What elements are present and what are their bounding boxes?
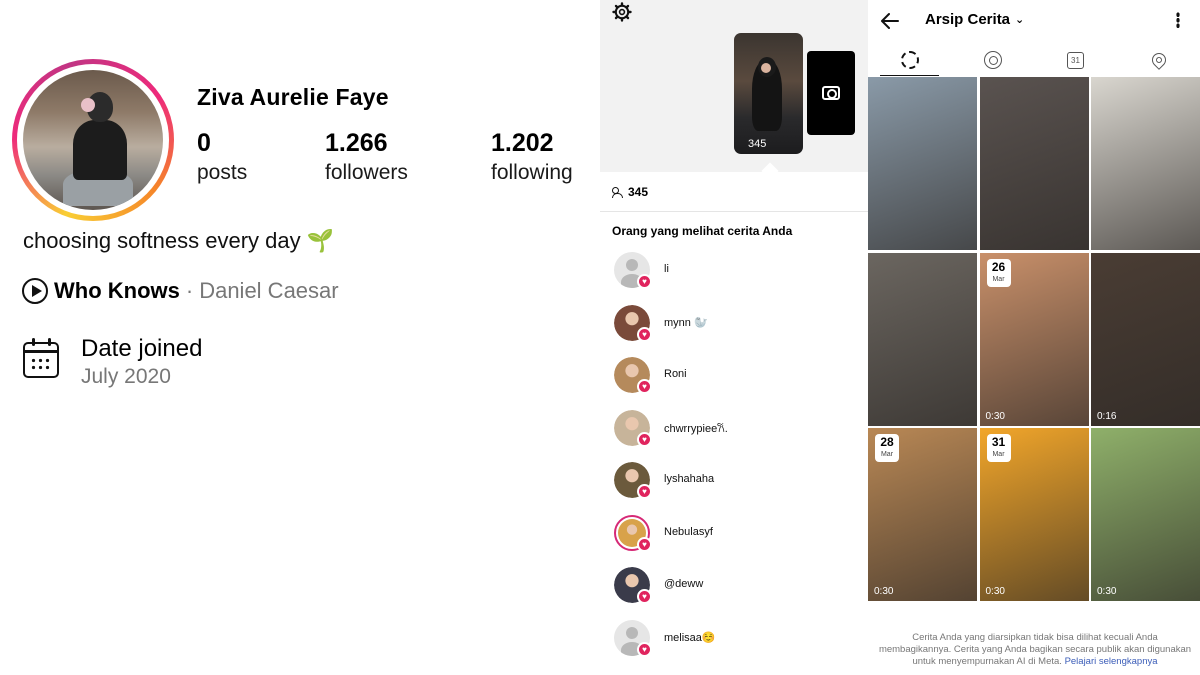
viewers-title: Orang yang melihat cerita Anda bbox=[612, 224, 793, 238]
add-story-button[interactable] bbox=[807, 51, 855, 135]
date-joined-value: July 2020 bbox=[81, 365, 171, 388]
date-badge: 26 Mar bbox=[986, 258, 1011, 287]
viewer-row[interactable]: ♥ @deww bbox=[614, 567, 854, 611]
archive-title-dropdown[interactable]: Arsip Cerita ⌄ bbox=[925, 11, 1024, 28]
story-duration: 0:30 bbox=[985, 410, 1005, 422]
calendar-icon bbox=[23, 338, 59, 378]
viewer-username: Roni bbox=[664, 368, 687, 380]
story-thumbnail[interactable]: 345 bbox=[734, 33, 803, 154]
view-count-value: 345 bbox=[628, 185, 649, 199]
heart-icon: ♥ bbox=[637, 589, 652, 604]
more-options-icon[interactable] bbox=[1176, 12, 1180, 28]
people-icon bbox=[612, 187, 624, 198]
stat-followers-label: followers bbox=[325, 161, 408, 184]
music-artist: Daniel Caesar bbox=[199, 278, 339, 303]
learn-more-link[interactable]: Pelajari selengkapnya bbox=[1065, 656, 1158, 667]
date-badge-month: Mar bbox=[880, 451, 894, 458]
archive-footer: Cerita Anda yang diarsipkan tidak bisa d… bbox=[878, 632, 1192, 668]
date-badge-day: 28 bbox=[880, 435, 894, 449]
archive-story-cell[interactable] bbox=[868, 252, 977, 426]
archive-story-cell[interactable]: 26 Mar 0:30 bbox=[979, 252, 1089, 426]
bio-text: choosing softness every day bbox=[23, 228, 301, 253]
date-badge-month: Mar bbox=[992, 451, 1005, 458]
profile-name: Ziva Aurelie Faye bbox=[197, 84, 389, 110]
profile-photo bbox=[23, 70, 163, 210]
heart-icon: ♥ bbox=[637, 379, 652, 394]
tab-calendar[interactable]: 31 bbox=[1034, 44, 1117, 76]
stat-posts-label: posts bbox=[197, 161, 248, 184]
viewer-row[interactable]: ♥ li bbox=[614, 252, 854, 296]
profile-bio: choosing softness every day 🌱 bbox=[23, 228, 334, 254]
archive-title: Arsip Cerita bbox=[925, 11, 1011, 28]
archive-tabs: 31 bbox=[868, 44, 1200, 76]
story-thumb-views: 345 bbox=[748, 138, 767, 150]
heart-icon: ♥ bbox=[637, 484, 652, 499]
camera-icon bbox=[822, 86, 840, 100]
date-joined-title: Date joined bbox=[81, 335, 203, 362]
story-duration: 0:30 bbox=[874, 586, 894, 597]
archive-story-cell[interactable]: 0:16 bbox=[1091, 252, 1200, 426]
heart-icon: ♥ bbox=[637, 641, 652, 657]
archive-story-cell[interactable]: 0:30 bbox=[1091, 428, 1200, 601]
stat-following-label: following bbox=[491, 161, 573, 184]
date-badge-month: Mar bbox=[992, 275, 1005, 283]
viewer-row[interactable]: ♥ lyshahaha bbox=[614, 462, 854, 506]
tab-story-archive[interactable] bbox=[868, 44, 951, 76]
viewer-username: chwrrypiee𐙚. bbox=[664, 422, 728, 435]
heart-icon: ♥ bbox=[637, 536, 652, 552]
viewer-username: melisaa☺️ bbox=[664, 631, 716, 644]
location-pin-icon bbox=[1148, 50, 1169, 70]
memories-icon bbox=[983, 51, 1002, 69]
music-song: Who Knows bbox=[54, 278, 180, 303]
tab-memories[interactable] bbox=[951, 44, 1034, 76]
stat-following[interactable]: 1.202 following bbox=[491, 128, 573, 186]
date-badge-day: 26 bbox=[991, 259, 1006, 274]
archive-story-cell[interactable] bbox=[868, 77, 977, 250]
stat-followers-value: 1.266 bbox=[325, 129, 388, 157]
tab-location[interactable] bbox=[1117, 44, 1200, 76]
profile-music[interactable]: Who Knows · Daniel Caesar bbox=[22, 278, 339, 304]
viewer-username: lyshahaha bbox=[664, 473, 715, 485]
viewer-username: Nebulasyf bbox=[664, 525, 713, 538]
story-duration: 0:16 bbox=[1097, 410, 1117, 422]
gear-icon[interactable] bbox=[612, 2, 632, 22]
viewer-row[interactable]: ♥ chwrrypiee𐙚. bbox=[614, 409, 854, 454]
archive-story-cell[interactable] bbox=[979, 77, 1089, 250]
archive-story-cell[interactable] bbox=[1091, 77, 1200, 250]
viewer-username: li bbox=[664, 263, 669, 275]
story-duration: 0:30 bbox=[985, 586, 1005, 597]
archive-story-cell[interactable]: 28 Mar 0:30 bbox=[868, 428, 977, 601]
date-badge: 31 Mar bbox=[986, 434, 1011, 462]
profile-panel: Ziva Aurelie Faye 0 posts 1.266 follower… bbox=[0, 0, 600, 675]
story-duration: 0:30 bbox=[1097, 586, 1117, 597]
stat-following-value: 1.202 bbox=[491, 129, 554, 157]
profile-avatar[interactable] bbox=[12, 59, 174, 221]
sprout-emoji: 🌱 bbox=[306, 228, 335, 253]
viewer-row[interactable]: ♥ melisaa☺️ bbox=[614, 619, 854, 664]
play-icon[interactable] bbox=[22, 278, 48, 304]
stat-posts-value: 0 bbox=[197, 129, 211, 157]
stat-followers[interactable]: 1.266 followers bbox=[325, 128, 408, 186]
music-separator: · bbox=[185, 278, 194, 303]
viewer-username: @deww bbox=[664, 578, 704, 590]
story-preview-area: 345 bbox=[600, 0, 868, 180]
stat-posts[interactable]: 0 posts bbox=[197, 128, 247, 186]
viewer-row[interactable]: ♥ Nebulasyf bbox=[614, 514, 854, 559]
heart-icon: ♥ bbox=[637, 431, 652, 447]
story-viewers-panel: 345 345 Orang yang melihat cerita Anda ♥… bbox=[600, 0, 868, 675]
heart-icon: ♥ bbox=[637, 274, 652, 289]
date-badge-day: 31 bbox=[991, 435, 1006, 449]
archive-story-cell[interactable]: 31 Mar 0:30 bbox=[979, 428, 1089, 601]
story-archive-panel: Arsip Cerita ⌄ 31 26 Mar 0:30 0:16 28 Mar 0:30… bbox=[868, 0, 1200, 675]
chevron-down-icon: ⌄ bbox=[1015, 14, 1025, 26]
back-arrow-icon[interactable] bbox=[880, 12, 900, 30]
viewer-username: mynn 🦭 bbox=[664, 316, 708, 329]
story-view-count: 345 bbox=[612, 185, 648, 199]
viewer-row[interactable]: ♥ Roni bbox=[614, 357, 854, 401]
heart-icon: ♥ bbox=[637, 326, 652, 342]
viewer-row[interactable]: ♥ mynn 🦭 bbox=[614, 304, 854, 349]
story-archive-icon bbox=[900, 51, 919, 69]
calendar-tab-icon: 31 bbox=[1067, 51, 1084, 69]
date-badge: 28 Mar bbox=[875, 434, 899, 462]
